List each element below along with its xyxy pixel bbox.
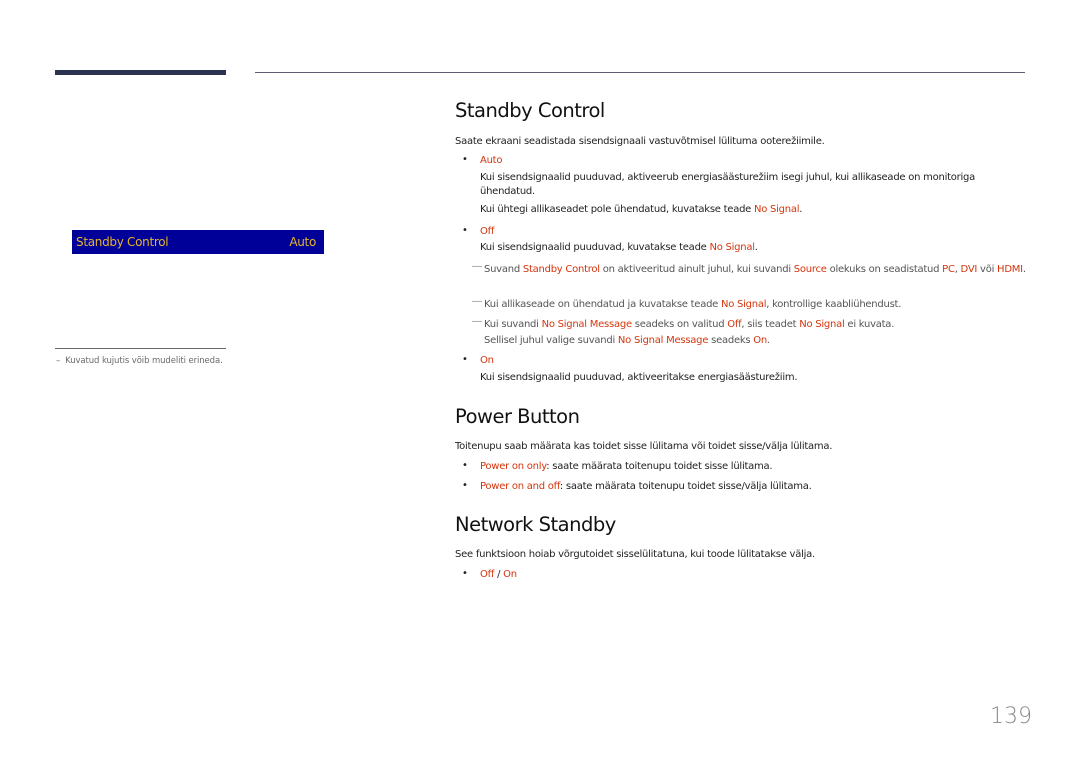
term-standby-control: Standby Control [522,264,600,275]
no-signal-term: No Signal [709,242,756,253]
note-2: Kui allikaseade on ühendatud ja kuvataks… [484,298,901,312]
section-title-network-standby: Network Standby [455,513,616,536]
bullet-icon: • [462,568,468,579]
bullet-icon: • [462,154,468,165]
term-on: On [753,335,768,346]
separator: / [494,569,504,580]
text: või [977,264,998,275]
bullet-icon: • [462,460,468,471]
note-mark-icon: ― [472,296,482,307]
no-signal-term: No Signal [721,299,767,310]
option-power-on-and-off: Power on and off [480,481,560,492]
osd-item-label: Standby Control [76,235,169,249]
text: : saate määrata toitenupu toidet sisse l… [546,461,773,472]
auto-desc-1: Kui sisendsignaalid puuduvad, aktiveerub… [480,172,976,197]
network-standby-options: Off / On [480,568,517,582]
network-standby-intro: See funktsioon hoiab võrgutoidet sisselü… [455,549,815,560]
no-signal-term: No Signal [754,204,800,215]
auto-desc-2: Kui ühtegi allikaseadet pole ühendatud, … [480,203,802,217]
term-off: Off [727,319,742,330]
side-note-dash: – [56,356,61,366]
note-1: Suvand Standby Control on aktiveeritud a… [484,263,1029,277]
text: Kui allikaseade on ühendatud ja kuvataks… [484,299,722,310]
option-auto: Auto [480,155,503,166]
term-no-signal-message: No Signal Message [617,335,709,346]
note-mark-icon: ― [472,261,482,272]
text: . [754,242,758,253]
text: Kui sisendsignaalid puuduvad, kuvatakse … [480,242,710,253]
header-rule [255,72,1025,73]
header-accent-bar [55,70,226,75]
note-3: Kui suvandi No Signal Message seadeks on… [484,318,894,332]
option-on: On [480,355,494,366]
side-note: – Kuvatud kujutis võib mudeliti erineda. [56,356,223,366]
power-option-1: Power on only: saate määrata toitenupu t… [480,460,773,474]
text: Kui suvandi [484,319,542,330]
bullet-icon: • [462,354,468,365]
text: : saate määrata toitenupu toidet sisse/v… [559,481,812,492]
side-note-text: Kuvatud kujutis võib mudeliti erineda. [65,356,223,366]
note-3-line-2: Sellisel juhul valige suvandi No Signal … [484,334,770,348]
term-pc: PC [942,264,955,275]
text: olekuks on seadistatud [826,264,943,275]
text: . [767,335,770,346]
section-title-standby-control: Standby Control [455,99,605,122]
term-no-signal-message: No Signal Message [541,319,633,330]
off-desc: Kui sisendsignaalid puuduvad, kuvatakse … [480,241,758,255]
option-on: On [503,569,517,580]
power-button-intro: Toitenupu saab määrata kas toidet sisse … [455,441,833,452]
no-signal-term: No Signal [799,319,845,330]
term-hdmi: HDMI [997,264,1023,275]
term-dvi: DVI [960,264,978,275]
text: Kui ühtegi allikaseadet pole ühendatud, … [480,204,755,215]
standby-intro: Saate ekraani seadistada sisendsignaali … [455,136,825,147]
page-number: 139 [990,704,1032,729]
option-off: Off [480,569,495,580]
bullet-icon: • [462,480,468,491]
text: . [1022,264,1026,275]
option-power-on-only: Power on only [480,461,547,472]
osd-item-value: Auto [289,235,316,249]
text: Sellisel juhul valige suvandi [484,335,618,346]
text: on aktiveeritud ainult juhul, kui suvand… [599,264,794,275]
side-note-rule [55,348,226,349]
power-option-2: Power on and off: saate määrata toitenup… [480,480,812,494]
text: , kontrollige kaabliühendust. [766,299,902,310]
text: , siis teadet [741,319,800,330]
bullet-icon: • [462,225,468,236]
note-mark-icon: ― [472,316,482,327]
osd-menu-item: Standby Control Auto [72,230,324,254]
text: ei kuvata. [844,319,895,330]
text: Suvand [484,264,523,275]
text: seadeks on valitud [631,319,728,330]
option-off: Off [480,226,495,237]
on-desc: Kui sisendsignaalid puuduvad, aktiveerit… [480,372,798,383]
term-source: Source [793,264,827,275]
text: seadeks [708,335,754,346]
text: . [799,204,803,215]
section-title-power-button: Power Button [455,405,580,428]
